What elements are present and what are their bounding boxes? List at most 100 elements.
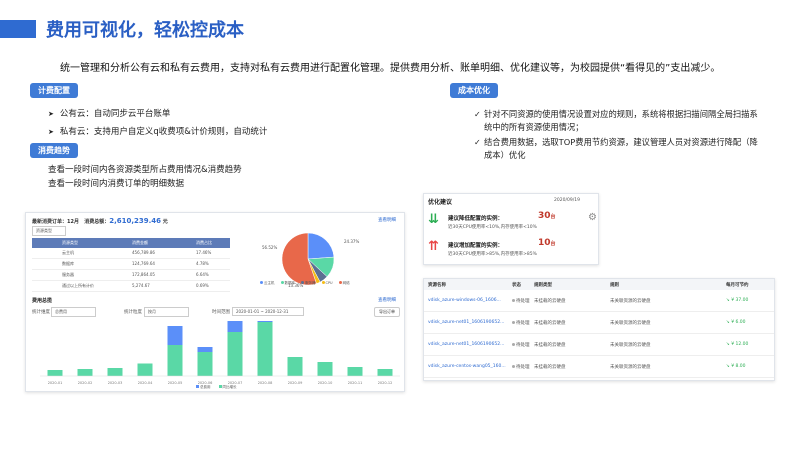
table-header-cell: 消费占比 xyxy=(196,240,212,245)
resource-rule-type: 未挂载的云硬盘 xyxy=(534,298,566,304)
optimize-count-value: 30 xyxy=(538,211,551,221)
table-cell: 云主机 xyxy=(62,250,74,255)
table-header-cell: 消费金额 xyxy=(132,240,148,245)
cost-config-item: 公有云：自动同步云平台账单 xyxy=(48,107,267,119)
table-cell: 0.69% xyxy=(196,283,209,288)
cost-config-list: 公有云：自动同步云平台账单 私有云：支持用户自定义q收费项&计价规则，自动统计 xyxy=(48,107,268,143)
x-tick-label: 2020-12 xyxy=(378,381,393,385)
resource-rule: 未关联资源的云硬盘 xyxy=(610,298,651,304)
bar-legend-label: 总费用 xyxy=(200,385,211,389)
cost-optimize-item: 针对不同资源的使用情况设置对应的规则，系统将根据扫描间隔全局扫描系统中的所有资源… xyxy=(474,108,764,134)
optimize-title: 优化建议 xyxy=(428,199,453,206)
optimize-row[interactable]: ⇈ 建议增加配置的实例： 10台 近30天CPU使用率>85%,内存使用率>85… xyxy=(428,237,588,261)
resource-row[interactable]: vdisk_azure-net01_1606190652... 待处理 未挂载的… xyxy=(424,334,774,356)
resource-saving: ↘ ¥ 8.00 xyxy=(726,364,774,369)
optimize-suggestion-panel: 优化建议 2020/09/19 ⚙ ⇊ 建议降低配置的实例： 30台 近30天C… xyxy=(423,193,599,265)
order-label: 最新消费订单：12月 xyxy=(32,219,79,225)
trend-title: 费用总揽 xyxy=(32,298,53,304)
table-cell: 服务器 xyxy=(62,272,74,277)
resource-saving-value: ¥ 12.00 xyxy=(731,342,749,347)
intro-text: 统一管理和分析公有云和私有云费用，支持对私有云费用进行配置化管理。提供费用分析、… xyxy=(60,63,721,74)
cost-optimize-list: 针对不同资源的使用情况设置对应的规则，系统将根据扫描间隔全局扫描系统中的所有资源… xyxy=(474,108,764,164)
x-tick-label: 2020-04 xyxy=(138,381,153,385)
resource-status: 待处理 xyxy=(512,298,534,304)
bar xyxy=(197,347,213,352)
x-tick-label: 2020-03 xyxy=(108,381,123,385)
table-row: 数据库 124,769.64 4.78% xyxy=(32,259,230,270)
table-row: 服务器 172,864.05 6.64% xyxy=(32,270,230,281)
bar-legend: 总费用 同比增长 xyxy=(196,385,237,390)
x-tick-label: 2020-09 xyxy=(288,381,303,385)
page-title: 费用可视化，轻松控成本 xyxy=(46,20,244,41)
table-cell: 5,274.67 xyxy=(132,283,150,288)
table-row: 通过以上所有计价 5,274.67 0.69% xyxy=(32,281,230,292)
resource-saving: ↘ ¥ 12.00 xyxy=(726,342,774,347)
x-tick-label: 2020-02 xyxy=(78,381,93,385)
cost-config-tag: 计费配置 xyxy=(30,83,78,98)
table-cell: 通过以上所有计价 xyxy=(62,283,94,288)
resource-saving-value: ¥ 8.00 xyxy=(731,364,746,369)
bar xyxy=(167,326,183,345)
table-cell: 124,769.64 xyxy=(132,261,155,266)
resource-saving-panel: 资源名称 状态 规则类型 规则 每月可节约 vdisk_azure-window… xyxy=(423,278,775,381)
table-cell: 6.64% xyxy=(196,272,209,277)
bar xyxy=(137,363,153,376)
cost-optimize-tag: 成本优化 xyxy=(450,83,498,98)
resource-rule: 未关联资源的云硬盘 xyxy=(610,364,651,370)
table-row: 云主机 456,789.86 17.46% xyxy=(32,248,230,259)
total-label: 消费总额： xyxy=(84,219,110,225)
bar-legend-item: 同比增长 xyxy=(218,385,237,390)
status-dot xyxy=(512,320,515,324)
export-orders-button[interactable]: 导出订单 xyxy=(374,307,400,317)
resource-saving: ↘ ¥ 6.00 xyxy=(726,320,774,325)
resource-status-text: 待处理 xyxy=(516,320,530,326)
gear-icon[interactable]: ⚙ xyxy=(588,212,597,223)
cost-table: 资源类型 消费金额 消费占比 云主机 456,789.86 17.46% 数据库 124… xyxy=(32,238,230,292)
resource-status: 待处理 xyxy=(512,320,534,326)
resource-type-select[interactable]: 资源类型 xyxy=(32,226,66,236)
resource-saving: ↘ ¥ 37.00 xyxy=(726,298,774,303)
resource-header-cell: 规则 xyxy=(610,282,619,288)
table-header-cell: 资源类型 xyxy=(62,240,78,245)
resource-row[interactable]: vdisk_azure-windows-06_1606... 待处理 未挂载的云… xyxy=(424,290,774,312)
resource-name-link[interactable]: vdisk_azure-centos-wang05_160... xyxy=(424,364,512,369)
resource-header-cell: 资源名称 xyxy=(428,282,446,288)
consume-trend-tag: 消费趋势 xyxy=(30,143,78,158)
table-header-row: 资源类型 消费金额 消费占比 xyxy=(32,238,230,248)
bar-legend-label: 同比增长 xyxy=(222,385,237,389)
arrow-up-icon: ⇈ xyxy=(428,239,439,254)
status-dot xyxy=(512,298,515,302)
bar xyxy=(377,369,393,376)
dimension-select[interactable]: 总费用 xyxy=(51,307,96,317)
x-tick-label: 2020-05 xyxy=(168,381,183,385)
pie-legend-item: 网络 xyxy=(338,281,350,286)
optimize-count-unit: 台 xyxy=(550,241,556,247)
bar xyxy=(227,332,243,376)
resource-rule-type: 未挂载的云硬盘 xyxy=(534,320,566,326)
optimize-row-count: 10台 xyxy=(538,238,556,248)
view-details-link[interactable]: 查看明细 xyxy=(378,217,396,223)
resource-status-text: 待处理 xyxy=(516,298,530,304)
resource-saving-value: ¥ 37.00 xyxy=(731,298,749,303)
resource-rule-type: 未挂载的云硬盘 xyxy=(534,364,566,370)
optimize-row[interactable]: ⇊ 建议降低配置的实例： 30台 近30天CPU使用率<10%,内存使用率<10… xyxy=(428,210,588,234)
optimize-row-sub: 近30天CPU使用率>85%,内存使用率>85% xyxy=(448,252,537,257)
granularity-select[interactable]: 按月 xyxy=(144,307,189,317)
x-tick-label: 2020-08 xyxy=(258,381,273,385)
cost-optimize-item: 结合费用数据，选取TOP费用节约资源，建议管理人员对资源进行降配（降成本）优化 xyxy=(474,136,764,162)
filter-label-1: 统计维度 xyxy=(32,310,50,315)
date-range-picker[interactable]: 2020-01-01 ~ 2020-12-31 xyxy=(232,307,304,316)
resource-row[interactable]: vdisk_azure-centos-wang05_160... 待处理 未挂载… xyxy=(424,356,774,378)
cost-dashboard-panel: 最新消费订单：12月 消费总额：2,610,239.46 元 查看明细 资源类型… xyxy=(25,212,405,392)
table-cell: 456,789.86 xyxy=(132,250,155,255)
trend-view-details-link[interactable]: 查看明细 xyxy=(378,297,396,303)
cost-trend-bar-chart: 2020-01 2020-02 2020-03 2020-04 2020-05 2020-… xyxy=(40,321,400,385)
resource-name-link[interactable]: vdisk_azure-windows-06_1606... xyxy=(424,298,512,303)
resource-rule: 未关联资源的云硬盘 xyxy=(610,342,651,348)
bar-legend-item: 总费用 xyxy=(196,385,211,390)
pie-legend-label: 数据库 xyxy=(284,281,296,285)
resource-name-link[interactable]: vdisk_azure-net01_1606190652... xyxy=(424,320,512,325)
pie-legend-label: 网络 xyxy=(342,281,350,285)
resource-name-link[interactable]: vdisk_azure-net01_1606190652... xyxy=(424,342,512,347)
resource-row[interactable]: vdisk_azure-net01_1606190652... 待处理 未挂载的… xyxy=(424,312,774,334)
